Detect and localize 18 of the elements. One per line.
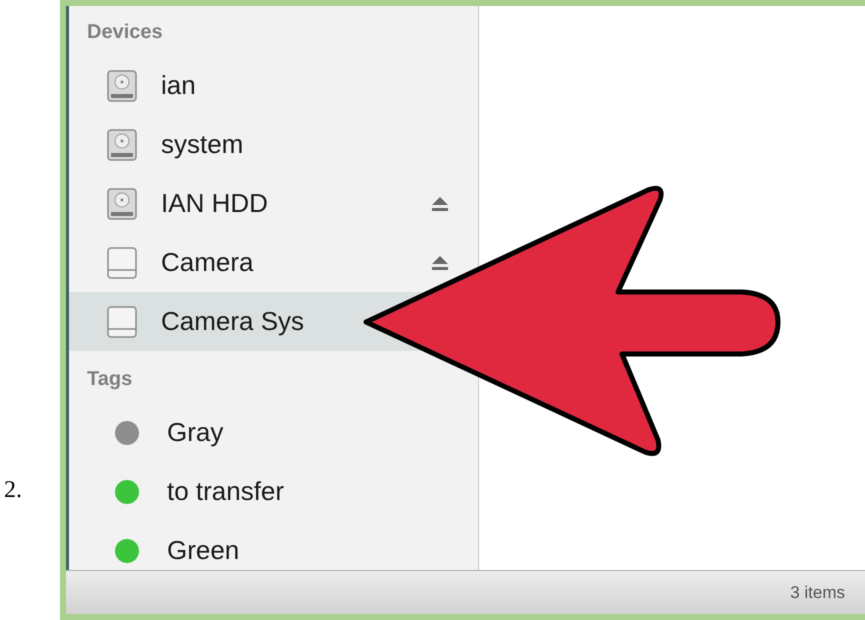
hard-drive-icon: [107, 188, 137, 220]
step-number: 2.: [4, 476, 23, 505]
sidebar-item[interactable]: system: [69, 115, 252, 174]
sidebar-item[interactable]: ian: [69, 56, 204, 115]
hard-drive-icon: [107, 128, 137, 160]
drive-icon: [107, 306, 137, 338]
section-header: Devices: [86, 20, 164, 45]
tag-item[interactable]: Gray: [69, 403, 478, 462]
section-header: Tags: [86, 367, 134, 392]
tag-item[interactable]: to transfer: [69, 462, 478, 521]
sidebar-item[interactable]: Camera: [69, 233, 478, 292]
eject-icon[interactable]: [432, 256, 448, 270]
eject-icon[interactable]: [432, 196, 448, 210]
drive-icon: [107, 246, 137, 278]
item-count: 3 items: [790, 582, 845, 604]
tag-item[interactable]: Green: [69, 521, 478, 570]
hard-drive-icon: [107, 70, 137, 102]
sidebar-item[interactable]: IAN HDD: [69, 174, 478, 233]
